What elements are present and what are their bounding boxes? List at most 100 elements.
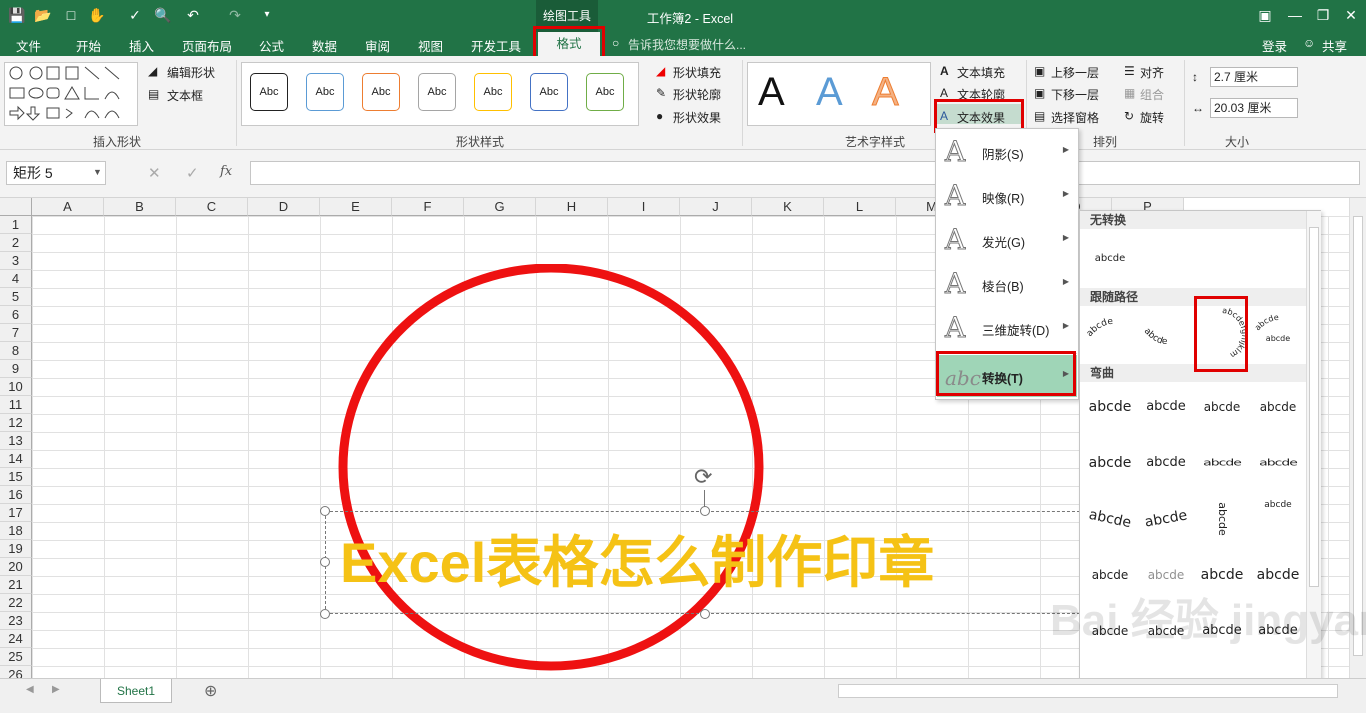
- wordart-style-blue[interactable]: A: [816, 70, 843, 114]
- tab-page-layout[interactable]: 页面布局: [182, 36, 232, 55]
- gallery-scroll-thumb[interactable]: [1309, 227, 1319, 587]
- row-header[interactable]: 4: [0, 270, 32, 288]
- ribbon-display-icon[interactable]: ▣: [1256, 6, 1274, 24]
- vertical-scroll-thumb[interactable]: [1353, 216, 1363, 656]
- cancel-icon[interactable]: ✕: [148, 164, 161, 182]
- shape-style-black[interactable]: Abc: [250, 73, 288, 111]
- column-header[interactable]: H: [536, 198, 608, 216]
- rotate-button[interactable]: 旋转: [1140, 109, 1164, 126]
- select-all-corner[interactable]: [0, 198, 32, 216]
- shape-style-green[interactable]: Abc: [586, 73, 624, 111]
- tell-me-search[interactable]: 告诉我您想要做什么...: [628, 36, 746, 53]
- warp-transform-option[interactable]: abcde: [1196, 387, 1248, 427]
- tab-insert[interactable]: 插入: [129, 36, 154, 55]
- resize-handle[interactable]: [700, 609, 710, 619]
- customize-qat-icon[interactable]: ▾: [258, 6, 276, 24]
- tab-review[interactable]: 审阅: [365, 36, 390, 55]
- warp-transform-option[interactable]: abcde: [1080, 494, 1139, 544]
- tab-file[interactable]: 文件: [16, 36, 41, 55]
- row-header[interactable]: 3: [0, 252, 32, 270]
- column-header[interactable]: K: [752, 198, 824, 216]
- column-header[interactable]: G: [464, 198, 536, 216]
- row-header[interactable]: 20: [0, 558, 32, 576]
- row-header[interactable]: 21: [0, 576, 32, 594]
- row-header[interactable]: 13: [0, 432, 32, 450]
- shape-gallery[interactable]: [4, 62, 138, 126]
- tab-data[interactable]: 数据: [312, 36, 337, 55]
- row-header[interactable]: 15: [0, 468, 32, 486]
- menu-item-glow[interactable]: A 发光(G) ▶: [937, 219, 1077, 261]
- new-file-icon[interactable]: □: [62, 6, 80, 24]
- send-backward-button[interactable]: 下移一层: [1051, 86, 1099, 103]
- close-icon[interactable]: ✕: [1342, 6, 1360, 24]
- warp-transform-option[interactable]: abcde: [1202, 493, 1242, 545]
- redo-icon[interactable]: ↷: [226, 6, 244, 24]
- bring-forward-button[interactable]: 上移一层: [1051, 64, 1099, 81]
- row-header[interactable]: 6: [0, 306, 32, 324]
- resize-handle[interactable]: [320, 506, 330, 516]
- warp-transform-option[interactable]: abcde: [1140, 387, 1192, 427]
- row-header[interactable]: 26: [0, 666, 32, 678]
- resize-handle[interactable]: [700, 506, 710, 516]
- shape-style-gold[interactable]: Abc: [474, 73, 512, 111]
- insert-function-button[interactable]: fx: [220, 164, 232, 179]
- shapes-icon[interactable]: [5, 63, 137, 125]
- horizontal-scrollbar[interactable]: [838, 684, 1338, 698]
- formula-input[interactable]: [250, 161, 1360, 185]
- selection-pane-button[interactable]: 选择窗格: [1051, 109, 1099, 126]
- text-box-button[interactable]: 文本框: [167, 87, 203, 104]
- menu-item-bevel[interactable]: A 棱台(B) ▶: [937, 263, 1077, 305]
- row-header[interactable]: 14: [0, 450, 32, 468]
- add-sheet-icon[interactable]: ⊕: [204, 681, 217, 701]
- width-input[interactable]: 20.03 厘米: [1210, 98, 1298, 118]
- row-header[interactable]: 17: [0, 504, 32, 522]
- restore-icon[interactable]: ❐: [1314, 6, 1332, 24]
- align-button[interactable]: 对齐: [1140, 64, 1164, 81]
- edit-shape-button[interactable]: 编辑形状: [167, 64, 215, 81]
- warp-transform-option[interactable]: abcde: [1252, 499, 1304, 539]
- menu-item-reflection[interactable]: A 映像(R) ▶: [937, 175, 1077, 217]
- menu-item-shadow[interactable]: A 阴影(S) ▶: [937, 131, 1077, 173]
- row-header[interactable]: 5: [0, 288, 32, 306]
- transform-arch-up[interactable]: abcde: [1084, 307, 1140, 361]
- group-button[interactable]: 组合: [1140, 86, 1164, 103]
- share-button[interactable]: 共享: [1322, 36, 1347, 55]
- warp-transform-option[interactable]: abcde: [1137, 495, 1195, 543]
- height-input[interactable]: 2.7 厘米: [1210, 67, 1298, 87]
- warp-transform-option[interactable]: abcde: [1140, 443, 1192, 483]
- warp-transform-option[interactable]: abcde: [1140, 555, 1192, 595]
- column-header[interactable]: A: [32, 198, 104, 216]
- tab-formulas[interactable]: 公式: [259, 36, 284, 55]
- rotate-handle-icon[interactable]: ⟳: [694, 464, 712, 490]
- row-header[interactable]: 9: [0, 360, 32, 378]
- column-header[interactable]: F: [392, 198, 464, 216]
- next-sheet-icon[interactable]: ▶: [52, 684, 60, 695]
- row-header[interactable]: 2: [0, 234, 32, 252]
- transform-button[interactable]: abcde abcde: [1250, 305, 1306, 363]
- shape-style-darkblue[interactable]: Abc: [530, 73, 568, 111]
- tab-home[interactable]: 开始: [76, 36, 101, 55]
- wordart-style-black[interactable]: A: [758, 70, 785, 114]
- row-header[interactable]: 12: [0, 414, 32, 432]
- transform-arch-down[interactable]: abcde: [1138, 307, 1194, 361]
- row-header[interactable]: 18: [0, 522, 32, 540]
- shape-style-gray[interactable]: Abc: [418, 73, 456, 111]
- row-header[interactable]: 10: [0, 378, 32, 396]
- row-header[interactable]: 16: [0, 486, 32, 504]
- column-header[interactable]: L: [824, 198, 896, 216]
- column-header[interactable]: C: [176, 198, 248, 216]
- row-header[interactable]: 22: [0, 594, 32, 612]
- minimize-icon[interactable]: —: [1286, 6, 1304, 24]
- sign-in-link[interactable]: 登录: [1262, 36, 1287, 55]
- row-header[interactable]: 24: [0, 630, 32, 648]
- column-header[interactable]: J: [680, 198, 752, 216]
- touch-mode-icon[interactable]: ✋: [88, 6, 106, 24]
- warp-transform-option[interactable]: abcde: [1084, 555, 1136, 595]
- name-box-dropdown-icon[interactable]: ▼: [93, 167, 102, 177]
- shape-outline-button[interactable]: 形状轮廓: [673, 86, 721, 103]
- spelling-icon[interactable]: ✓: [126, 6, 144, 24]
- prev-sheet-icon[interactable]: ◀: [26, 684, 34, 695]
- row-header[interactable]: 11: [0, 396, 32, 414]
- warp-transform-option[interactable]: abcde: [1084, 443, 1136, 483]
- warp-transform-option[interactable]: abcde: [1196, 555, 1248, 595]
